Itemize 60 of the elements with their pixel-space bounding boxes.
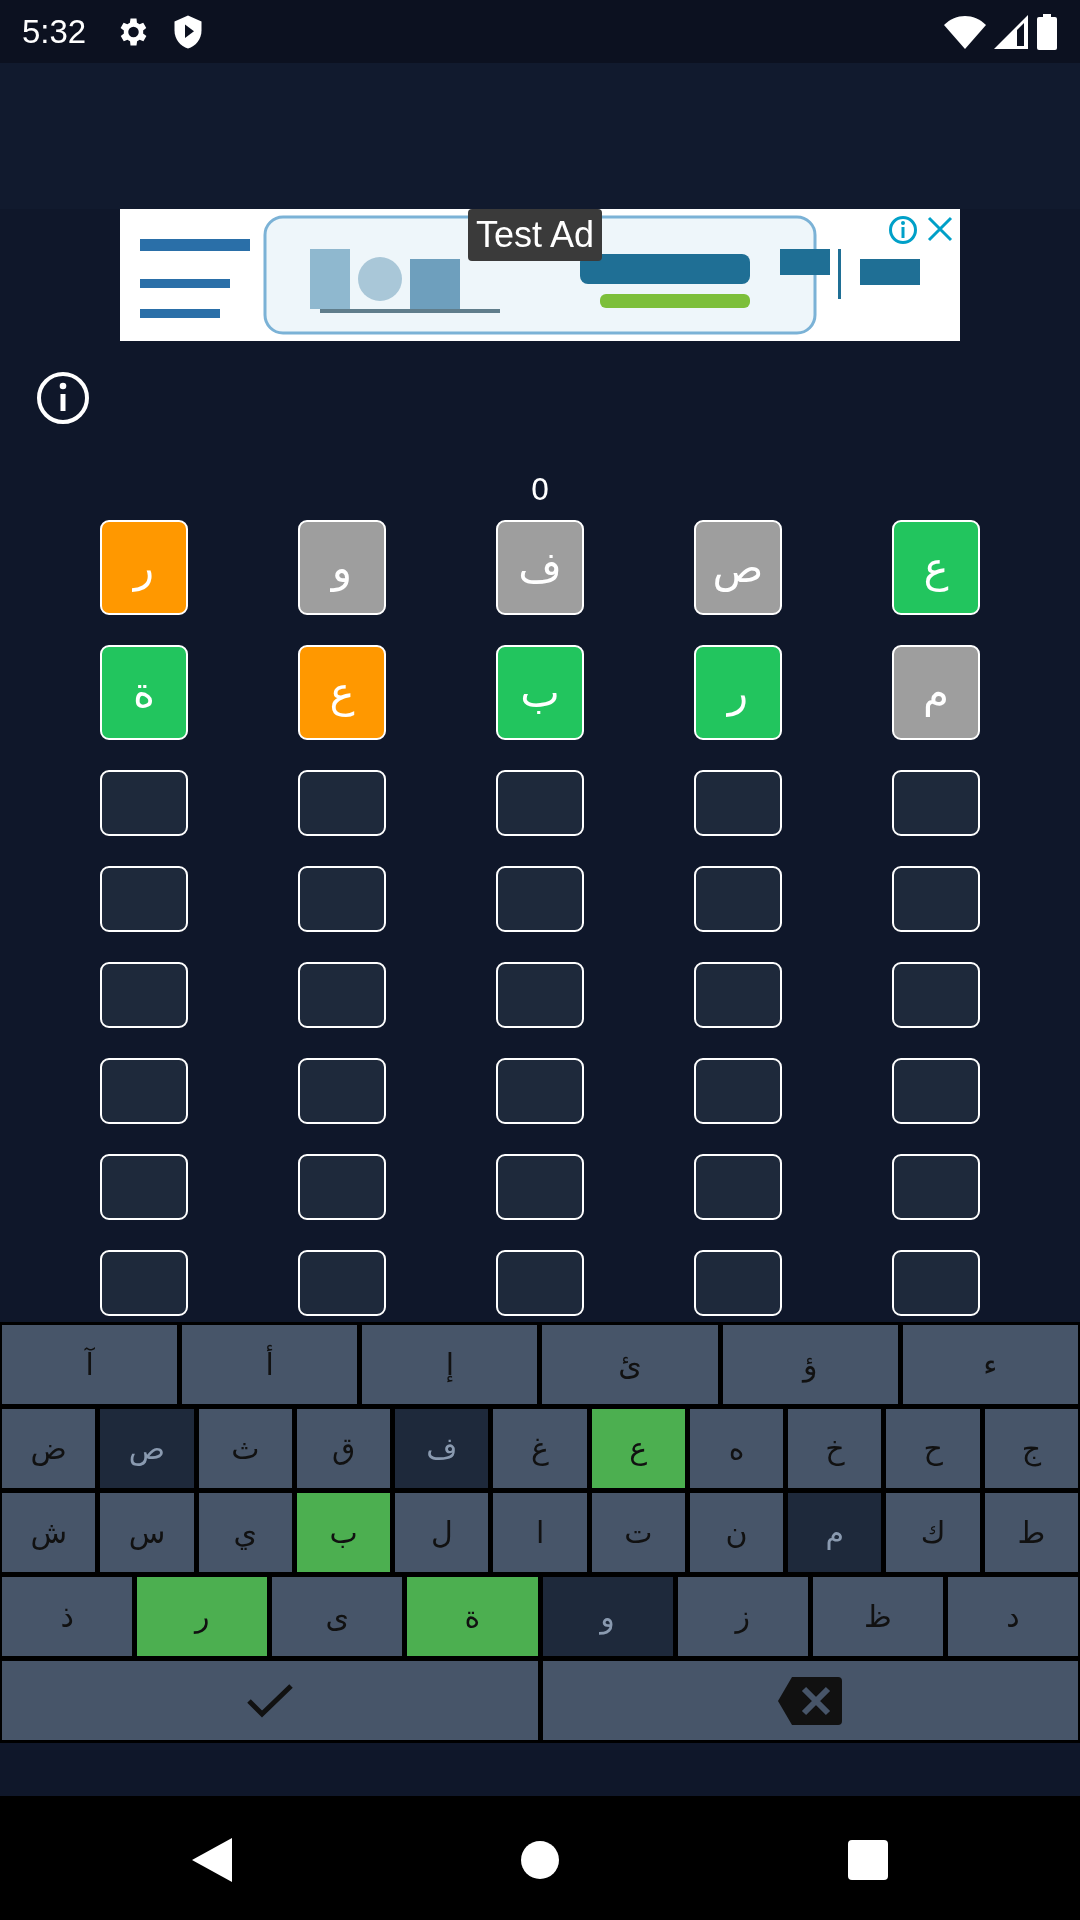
backspace-icon (778, 1676, 843, 1725)
letter-key[interactable]: ت (591, 1493, 685, 1572)
wifi-icon (944, 14, 986, 49)
letter-key[interactable]: ط (984, 1493, 1078, 1572)
close-icon[interactable] (926, 215, 954, 243)
letter-key[interactable]: ح (886, 1409, 980, 1488)
letter-tile: ف (496, 520, 584, 615)
letter-key[interactable]: ذ (2, 1577, 133, 1656)
letter-key[interactable]: خ (788, 1409, 882, 1488)
letter-key[interactable]: ض (2, 1409, 96, 1488)
letter-key[interactable]: م (788, 1493, 882, 1572)
letter-key[interactable]: ك (886, 1493, 980, 1572)
letter-tile: و (298, 520, 386, 615)
backspace-key[interactable] (542, 1661, 1078, 1740)
letter-key[interactable]: ئ (542, 1325, 718, 1404)
letter-key[interactable]: ء (902, 1325, 1078, 1404)
letter-tile: ع (298, 645, 386, 740)
letter-key[interactable]: ب (296, 1493, 391, 1572)
back-icon[interactable] (192, 1837, 232, 1882)
letter-tile: ع (892, 520, 980, 615)
checkmark-icon (245, 1682, 294, 1719)
letter-key[interactable]: ه (689, 1409, 784, 1488)
letter-key[interactable]: إ (362, 1325, 538, 1404)
letter-tile: ص (694, 520, 782, 615)
letter-tile: م (892, 645, 980, 740)
letter-key[interactable]: ق (296, 1409, 391, 1488)
letter-key[interactable]: س (100, 1493, 194, 1572)
letter-key[interactable]: ش (2, 1493, 96, 1572)
status-time: 5:32 (22, 11, 87, 52)
letter-key[interactable]: ا (493, 1493, 587, 1572)
letter-key[interactable]: د (947, 1577, 1078, 1656)
letter-key[interactable]: ى (272, 1577, 403, 1656)
letter-key[interactable]: أ (182, 1325, 358, 1404)
letter-key[interactable]: ص (100, 1409, 194, 1488)
letter-key[interactable]: ز (677, 1577, 808, 1656)
shield-icon (172, 13, 205, 50)
letter-tile: ة (100, 645, 188, 740)
letter-key[interactable]: ؤ (722, 1325, 898, 1404)
letter-key[interactable]: ث (198, 1409, 292, 1488)
score: 0 (529, 471, 551, 509)
letter-key[interactable]: ة (407, 1577, 538, 1656)
letter-key[interactable]: ي (198, 1493, 292, 1572)
signal-icon (994, 14, 1028, 49)
letter-tile: ر (100, 520, 188, 615)
letter-key[interactable]: ر (137, 1577, 268, 1656)
battery-icon (1036, 13, 1058, 50)
letter-tile: ب (496, 645, 584, 740)
ad-label: Test Ad (468, 209, 603, 261)
letter-key[interactable]: غ (493, 1409, 587, 1488)
letter-key[interactable]: آ (1, 1325, 178, 1404)
letter-key[interactable]: ع (591, 1409, 685, 1488)
letter-key[interactable]: ظ (812, 1577, 943, 1656)
letter-key[interactable]: ج (984, 1409, 1078, 1488)
letter-key[interactable]: ن (689, 1493, 784, 1572)
home-icon[interactable] (520, 1839, 560, 1880)
letter-key[interactable]: ف (395, 1409, 489, 1488)
letter-tile: ر (694, 645, 782, 740)
letter-key[interactable]: و (542, 1577, 673, 1656)
recents-icon[interactable] (848, 1839, 888, 1880)
letter-key[interactable]: ل (395, 1493, 489, 1572)
